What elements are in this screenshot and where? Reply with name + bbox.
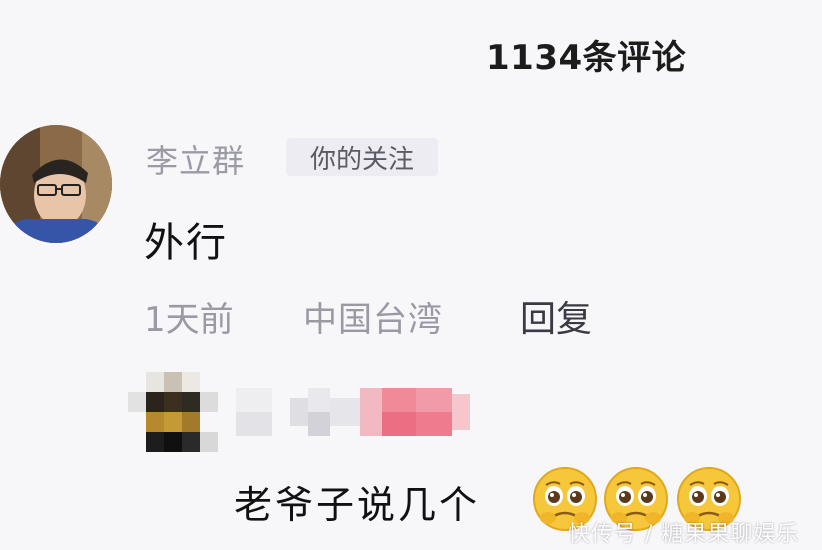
comment-timestamp: 1天前 — [144, 300, 234, 340]
blurred-username[interactable] — [236, 384, 472, 440]
comment-text: 外行 — [144, 220, 228, 266]
reply-text: 老爷子说几个 — [234, 483, 481, 527]
comment-author-name[interactable]: 李立群 — [146, 136, 245, 182]
following-badge: 你的关注 — [286, 138, 438, 176]
avatar[interactable] — [0, 125, 112, 243]
avatar-photo — [0, 125, 112, 243]
reply-button[interactable]: 回复 — [520, 290, 592, 342]
comment-location: 中国台湾 — [303, 300, 443, 340]
comment-count-title: 1134条评论 — [486, 38, 687, 78]
blurred-avatar[interactable] — [128, 372, 220, 452]
watermark-text: 快传号 / 糖果果聊娱乐 — [568, 522, 800, 547]
